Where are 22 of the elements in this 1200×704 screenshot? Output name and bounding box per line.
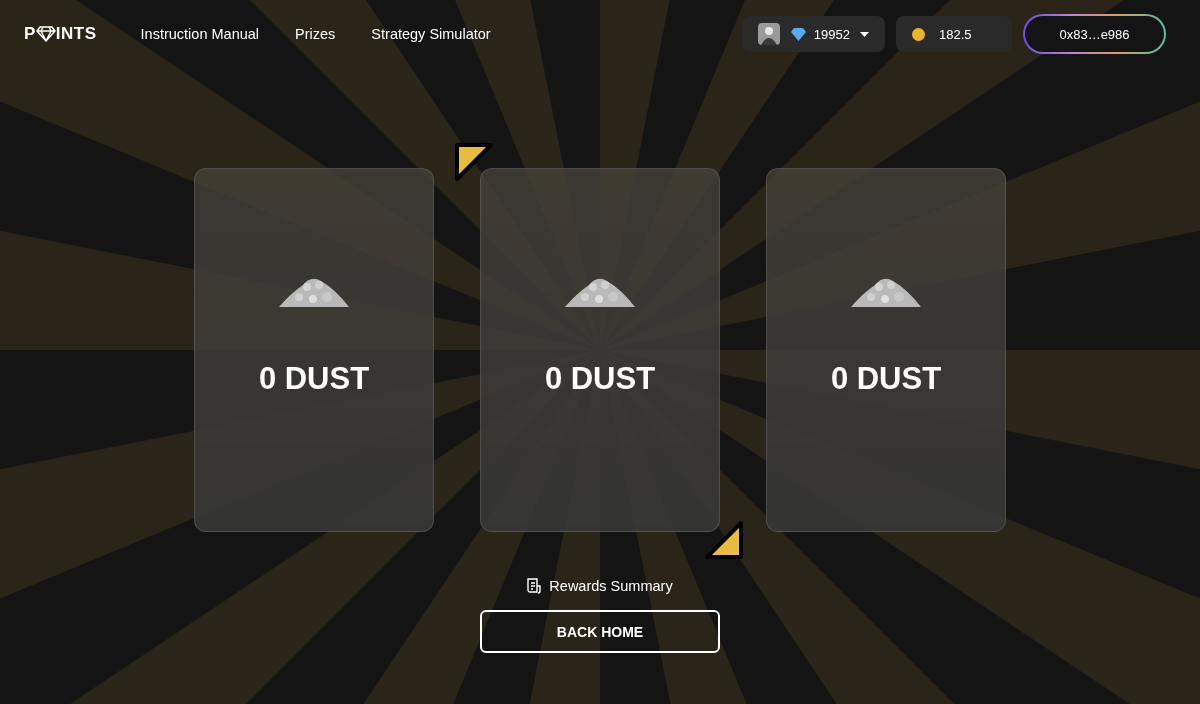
- gems-balance[interactable]: 19952: [742, 16, 885, 52]
- coin-icon: [912, 27, 925, 41]
- nav-link[interactable]: Instruction Manual: [140, 26, 260, 42]
- diamond-icon: [35, 26, 56, 42]
- caret-icon: [860, 31, 869, 37]
- corner-triangle-icon: [453, 141, 495, 183]
- document-icon: [527, 578, 542, 594]
- logo-text: P: [24, 24, 36, 44]
- reward-amount: 0 DUST: [830, 361, 942, 397]
- gems-value: 19952: [813, 26, 850, 42]
- back-home-button[interactable]: BACK HOME: [480, 610, 720, 653]
- diamond-icon: [790, 27, 806, 41]
- corner-triangle-icon: [703, 519, 745, 561]
- nav-link[interactable]: Prizes: [295, 26, 336, 42]
- logo-text: INTS: [55, 24, 97, 44]
- coins-value: 182.5: [939, 26, 972, 42]
- wallet-button[interactable]: 0x83…e986: [1023, 14, 1166, 54]
- avatar-icon: [758, 23, 780, 45]
- rewards-summary-link[interactable]: Rewards Summary: [527, 578, 673, 594]
- reward-amount: 0 DUST: [544, 361, 656, 397]
- reward-amount: 0 DUST: [258, 361, 370, 397]
- nav-link[interactable]: Strategy Simulator: [371, 26, 491, 42]
